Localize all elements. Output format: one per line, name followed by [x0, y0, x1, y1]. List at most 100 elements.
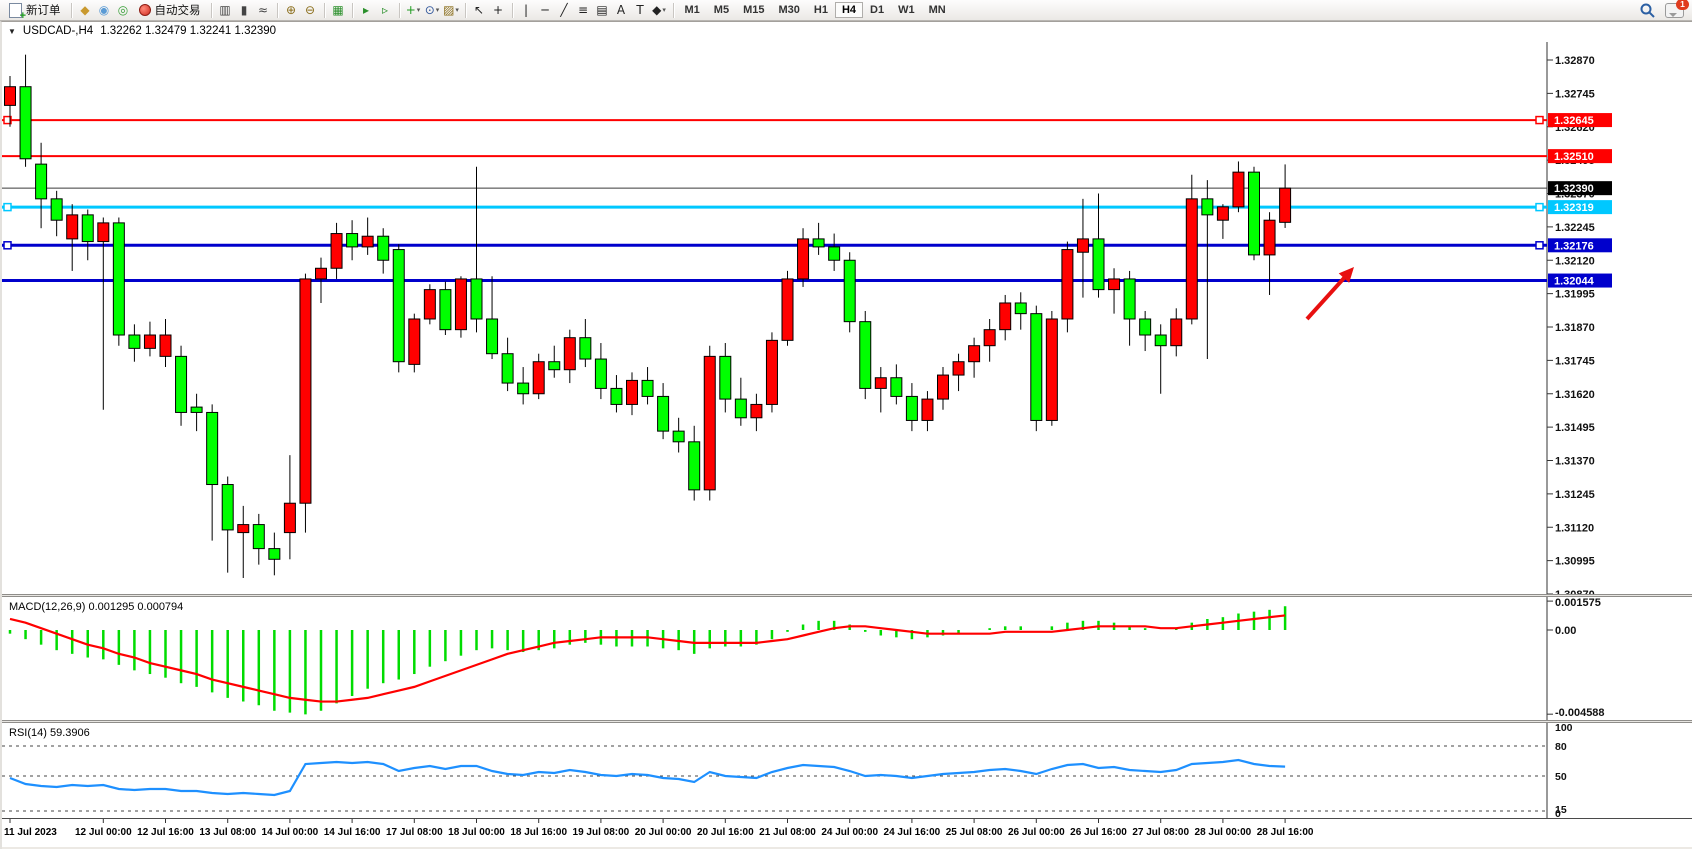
line-chart-icon[interactable]: ≈ [254, 1, 273, 20]
candle [1124, 279, 1135, 319]
candle [906, 396, 917, 420]
timeframe-w1[interactable]: W1 [891, 2, 922, 18]
new-order-button[interactable]: 新订单 [3, 1, 67, 20]
templates-icon[interactable]: ▨▾ [442, 1, 461, 20]
indicators-icon[interactable]: +▾ [404, 1, 423, 20]
timeframe-m30[interactable]: M30 [771, 2, 806, 18]
toolbar-separator [399, 3, 400, 18]
svg-text:1.32870: 1.32870 [1555, 55, 1595, 67]
candle [1264, 220, 1275, 255]
chart-shift-icon[interactable]: ▹ [376, 1, 395, 20]
autotrading-icon [139, 4, 151, 16]
candle [98, 223, 109, 242]
candle [720, 356, 731, 399]
candle [253, 525, 264, 549]
search-icon[interactable] [1640, 3, 1655, 18]
timeframe-mn[interactable]: MN [922, 2, 953, 18]
candle [440, 290, 451, 330]
cursor-icon[interactable]: ↖ [470, 1, 489, 20]
candle [51, 199, 62, 220]
macd-panel[interactable]: MACD(12,26,9) 0.001295 0.000794 0.001575… [2, 597, 1692, 720]
hline-1.32645[interactable] [2, 117, 1547, 124]
svg-text:1.32745: 1.32745 [1555, 88, 1595, 100]
rsi-line [10, 760, 1285, 795]
candle [922, 399, 933, 420]
equidistant-channel-icon[interactable]: ▤ [593, 1, 612, 20]
candle [1171, 319, 1182, 346]
candle [829, 247, 840, 260]
mt4-window: 新订单 ◆◉◎ 自动交易 ▥▮≈ ⊕⊖ ▦ ▸▹ +▾⊙▾▨▾ ↖+ |─╱≡▤AT◆▾ M… [0, 0, 1692, 849]
zoom-out-icon[interactable]: ⊖ [301, 1, 320, 20]
candle [642, 380, 653, 396]
hline-1.32176[interactable] [2, 242, 1547, 249]
time-label: 28 Jul 00:00 [1195, 827, 1252, 838]
auto-scroll-icon[interactable]: ▸ [357, 1, 376, 20]
candle [36, 164, 47, 199]
community-icon[interactable]: ◉ [95, 1, 114, 20]
candle [502, 354, 513, 383]
bar-chart-icon[interactable]: ▥ [216, 1, 235, 20]
trendline-icon[interactable]: ╱ [555, 1, 574, 20]
vertical-line-icon[interactable]: | [517, 1, 536, 20]
signals-icon[interactable]: ◎ [114, 1, 133, 20]
arrows-icon[interactable]: ◆▾ [650, 1, 669, 20]
horizontal-line-icon[interactable]: ─ [536, 1, 555, 20]
hline-1.32319[interactable] [2, 204, 1547, 211]
candle [798, 239, 809, 279]
time-label: 26 Jul 16:00 [1070, 827, 1127, 838]
autotrading-button[interactable]: 自动交易 [133, 1, 207, 20]
timeframe-h4[interactable]: H4 [835, 2, 863, 18]
chart-menu-icon[interactable]: ▼ [8, 27, 16, 36]
rsi-panel[interactable]: RSI(14) 59.3906 1008050150 [2, 723, 1692, 818]
time-label: 19 Jul 08:00 [573, 827, 630, 838]
svg-text:100: 100 [1555, 723, 1573, 734]
crosshair-icon[interactable]: + [489, 1, 508, 20]
timeframe-bar: M1M5M15M30H1H4D1W1MN [678, 2, 953, 18]
main-chart-panel[interactable]: 1.328701.327451.326201.324951.323701.322… [2, 42, 1692, 594]
time-label: 24 Jul 16:00 [884, 827, 941, 838]
candle [766, 340, 777, 404]
timeframe-m1[interactable]: M1 [678, 2, 707, 18]
metaeditor-icon[interactable]: ◆ [76, 1, 95, 20]
candle [673, 431, 684, 442]
candle [533, 362, 544, 394]
rsi-label: RSI(14) 59.3906 [9, 727, 90, 739]
trend-arrow[interactable] [1307, 267, 1354, 319]
periods-icon[interactable]: ⊙▾ [423, 1, 442, 20]
candle [844, 260, 855, 321]
candlestick-chart-icon[interactable]: ▮ [235, 1, 254, 20]
candle [1093, 239, 1104, 290]
candle [1046, 319, 1057, 420]
text-label-icon[interactable]: T [631, 1, 650, 20]
timeframe-m5[interactable]: M5 [707, 2, 736, 18]
candle [347, 234, 358, 247]
candle [113, 223, 124, 335]
time-label: 26 Jul 00:00 [1008, 827, 1065, 838]
toolbar-separator [324, 3, 325, 18]
candle [5, 87, 16, 106]
svg-text:1.31245: 1.31245 [1555, 489, 1595, 501]
candle [409, 319, 420, 364]
timeframe-d1[interactable]: D1 [863, 2, 891, 18]
svg-text:0: 0 [1555, 808, 1561, 818]
fibonacci-icon[interactable]: ≡ [574, 1, 593, 20]
time-label: 18 Jul 16:00 [510, 827, 567, 838]
time-label: 17 Jul 08:00 [386, 827, 443, 838]
zoom-in-icon[interactable]: ⊕ [282, 1, 301, 20]
candle [549, 362, 560, 370]
candle [1202, 199, 1213, 215]
toolbar-separator [211, 3, 212, 18]
chat-icon[interactable]: 1 [1665, 3, 1684, 18]
candle [891, 378, 902, 397]
timeframe-m15[interactable]: M15 [736, 2, 771, 18]
chart-ohlc: 1.32262 1.32479 1.32241 1.32390 [100, 25, 276, 37]
candle [1249, 172, 1260, 255]
candle [627, 380, 638, 404]
candle [487, 319, 498, 354]
svg-text:1.31370: 1.31370 [1555, 456, 1595, 468]
new-order-icon [9, 3, 22, 18]
tile-windows-icon[interactable]: ▦ [329, 1, 348, 20]
time-axis[interactable]: 11 Jul 202312 Jul 00:0012 Jul 16:0013 Ju… [2, 818, 1692, 847]
text-icon[interactable]: A [612, 1, 631, 20]
timeframe-h1[interactable]: H1 [807, 2, 835, 18]
